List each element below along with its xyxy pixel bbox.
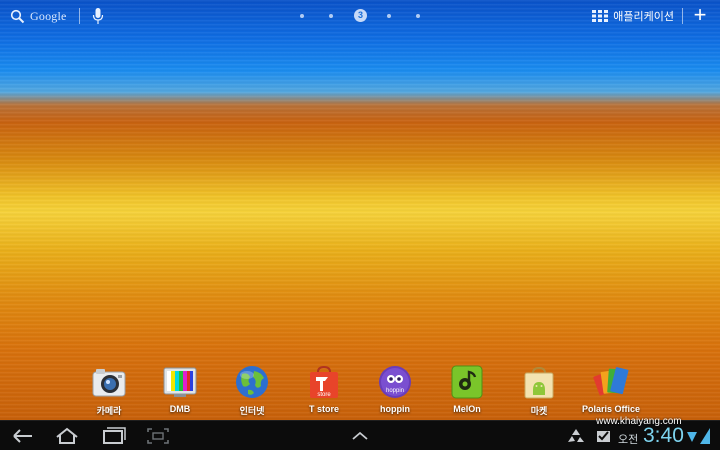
app-polaris-office[interactable]: Polaris Office — [576, 362, 646, 418]
page-dot-current[interactable]: 3 — [354, 9, 367, 22]
tstore-bag-icon: store — [310, 365, 338, 398]
page-dot[interactable] — [300, 14, 304, 18]
home-screen-wallpaper: Google 3 애플리케이션 + 카메라 DMB 인터넷 store T st… — [0, 0, 720, 420]
app-label: 마켓 — [530, 406, 548, 416]
app-label: Polaris Office — [581, 404, 641, 414]
app-label: 카메라 — [96, 406, 122, 416]
app-hoppin[interactable]: hoppin hoppin — [360, 362, 430, 418]
screenshot-icon[interactable] — [145, 426, 171, 446]
applications-button[interactable]: 애플리케이션 — [592, 7, 674, 25]
melon-icon — [451, 365, 483, 399]
recycle-icon[interactable] — [563, 426, 589, 446]
polaris-office-icon — [593, 367, 629, 396]
page-dot[interactable] — [329, 14, 333, 18]
app-internet[interactable]: 인터넷 — [217, 362, 287, 418]
app-grid-icon — [592, 10, 609, 22]
globe-icon — [236, 366, 268, 398]
home-icon[interactable] — [54, 426, 80, 446]
clock-ampm: 오전 — [618, 434, 639, 446]
chevron-up-icon[interactable] — [347, 426, 373, 446]
search-icon — [10, 9, 25, 23]
svg-text:hoppin: hoppin — [386, 388, 404, 394]
add-widget-button[interactable]: + — [690, 4, 710, 26]
app-camera[interactable]: 카메라 — [74, 362, 144, 418]
app-market[interactable]: 마켓 — [504, 362, 574, 418]
divider — [682, 8, 683, 24]
app-melon[interactable]: MelOn — [432, 362, 502, 418]
watermark-text: www.khaiyang.com — [596, 416, 682, 427]
page-dot[interactable] — [387, 14, 391, 18]
applications-label: 애플리케이션 — [613, 11, 674, 23]
app-label: T store — [308, 404, 339, 414]
microphone-icon[interactable] — [92, 7, 104, 25]
svg-text:store: store — [317, 392, 331, 398]
google-search-button[interactable]: Google — [10, 7, 67, 25]
google-search-label: Google — [30, 8, 67, 23]
app-label: hoppin — [380, 404, 410, 414]
dmb-tv-icon — [163, 367, 197, 397]
notification-check-icon[interactable] — [591, 426, 617, 446]
signal-icon — [700, 428, 710, 444]
recent-apps-icon[interactable] — [101, 426, 127, 446]
app-tstore[interactable]: store T store — [289, 362, 359, 418]
divider — [79, 8, 80, 24]
app-label: MelOn — [453, 404, 481, 414]
back-icon[interactable] — [10, 426, 36, 446]
clock-time[interactable]: 3:40 — [643, 424, 684, 448]
app-label: DMB — [169, 404, 191, 414]
app-label: 인터넷 — [239, 406, 265, 416]
wifi-icon — [687, 432, 697, 442]
app-dock: 카메라 DMB 인터넷 store T store hoppin hoppin … — [70, 362, 650, 418]
page-dot[interactable] — [416, 14, 420, 18]
hoppin-icon: hoppin — [379, 366, 411, 398]
camera-icon — [92, 369, 126, 397]
market-bag-icon — [524, 366, 554, 399]
page-indicator: 3 — [290, 9, 430, 23]
app-dmb[interactable]: DMB — [145, 362, 215, 418]
